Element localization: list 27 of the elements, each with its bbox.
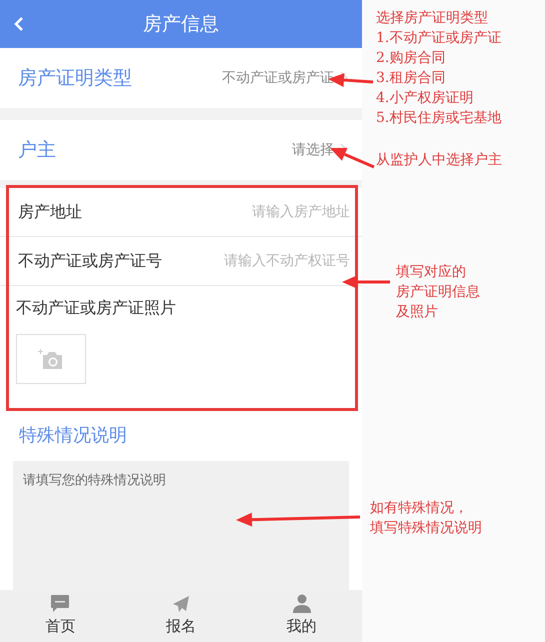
paper-plane-icon — [172, 594, 190, 613]
field-label: 房产地址 — [18, 201, 82, 223]
input-field[interactable]: 请输入不动产权证号 — [162, 250, 350, 272]
chat-icon — [50, 594, 70, 614]
input-field[interactable]: 请输入房产地址 — [82, 202, 350, 222]
annotation-note: 填写对应的 房产证明信息 及照片 — [396, 263, 480, 322]
tab-bar-item[interactable]: 我的 — [241, 590, 362, 642]
photo-label: 不动产证或房产证照片 — [16, 297, 177, 319]
person-icon — [292, 594, 312, 614]
add-camera-icon — [37, 348, 65, 370]
back-icon[interactable] — [14, 16, 24, 32]
annotation-arrow — [342, 275, 390, 289]
select-row[interactable]: 房产证明类型 不动产证或房产证 — [0, 48, 362, 108]
tab-bar-item[interactable]: 首页 — [0, 590, 121, 642]
select-value: 请选择 — [292, 140, 334, 160]
select-label: 房产证明类型 — [18, 66, 133, 91]
section-title: 特殊情况说明 — [18, 424, 128, 448]
annotation-note: 如有特殊情况， 填写特殊情况说明 — [370, 499, 482, 538]
select-label: 户主 — [18, 138, 57, 163]
annotation-note: 从监护人中选择户主 — [376, 151, 502, 170]
page-title: 房产信息 — [143, 12, 219, 37]
tab-bar-item[interactable]: 报名 — [120, 590, 242, 642]
text-area[interactable]: 请填写您的特殊情况说明 — [13, 461, 349, 590]
field-label: 不动产证或房产证号 — [18, 250, 162, 272]
select-value: 不动产证或房产证 — [222, 68, 334, 88]
annotation-note: 选择房产证明类型 1.不动产证或房产证 2.购房合同 3.租房合同 4.小产权房证明 5.村民住房或宅基地 — [376, 9, 502, 128]
select-row[interactable]: 户主 请选择 — [0, 120, 362, 180]
